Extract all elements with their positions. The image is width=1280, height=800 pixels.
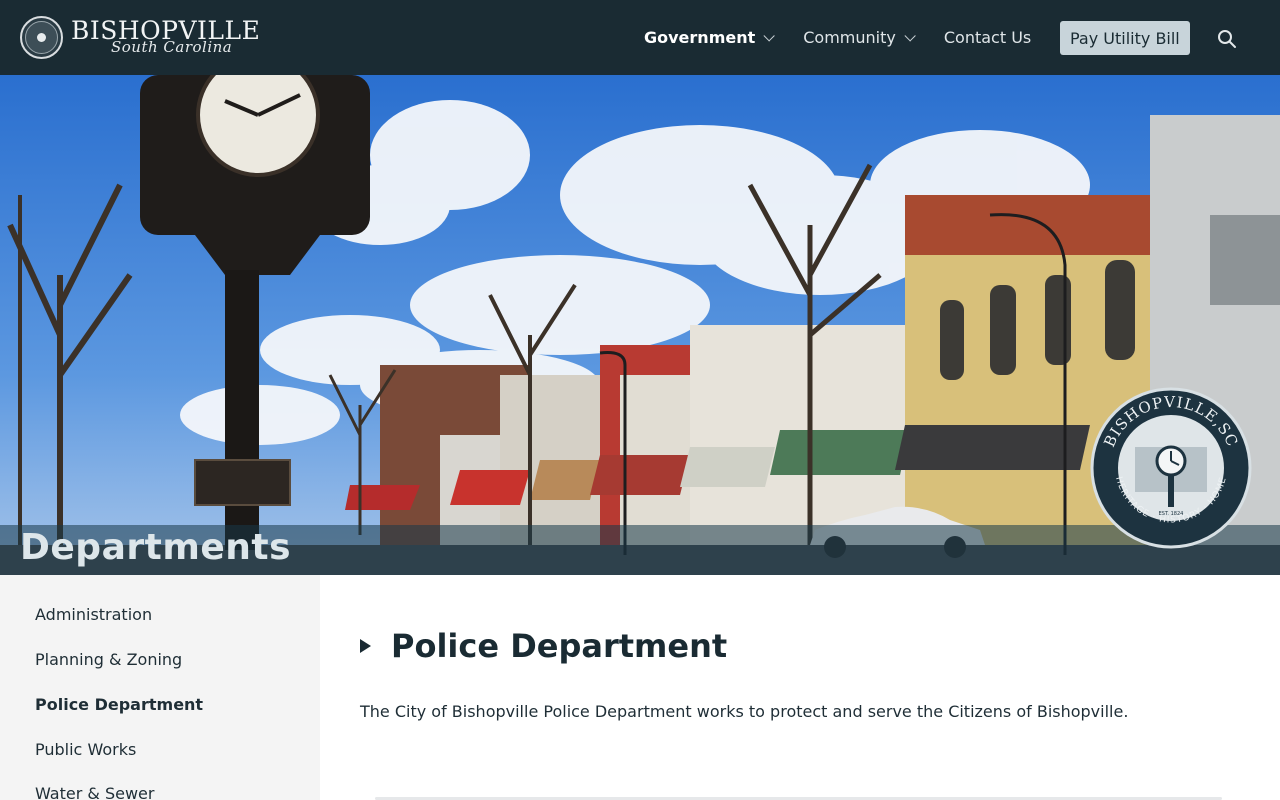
city-badge-icon: BISHOPVILLE,SC HERITAGE · HISTORY · HOME…	[1090, 387, 1252, 549]
sidebar-item-public-works[interactable]: Public Works	[35, 740, 136, 759]
nav-government[interactable]: Government	[644, 28, 776, 47]
main-nav: Government Community Contact Us	[644, 0, 1063, 75]
department-sidebar: Administration Planning & Zoning Police …	[0, 575, 320, 800]
sidebar-item-administration[interactable]: Administration	[35, 605, 152, 624]
site-logo[interactable]: BISHOPVILLE South Carolina	[20, 14, 266, 60]
search-icon[interactable]	[1217, 29, 1237, 49]
downtown-street-photo	[0, 75, 1280, 575]
chevron-down-icon	[904, 29, 916, 42]
site-header: BISHOPVILLE South Carolina Government Co…	[0, 0, 1280, 75]
chevron-down-icon	[763, 29, 776, 42]
main-content: Police Department The City of Bishopvill…	[320, 575, 1280, 800]
nav-contact-us[interactable]: Contact Us	[944, 28, 1031, 47]
sidebar-item-planning-zoning[interactable]: Planning & Zoning	[35, 650, 182, 669]
hero-title: Departments	[20, 527, 292, 568]
nav-community[interactable]: Community	[803, 28, 916, 47]
pay-utility-bill-button[interactable]: Pay Utility Bill	[1060, 21, 1190, 55]
page-title: Police Department	[360, 627, 727, 665]
sidebar-item-water-sewer[interactable]: Water & Sewer	[35, 784, 154, 800]
hero-banner: Departments BISHOPVILLE,SC HERITAGE · HI…	[0, 75, 1280, 575]
nav-contact-us-label: Contact Us	[943, 28, 1032, 47]
page-title-text: Police Department	[391, 627, 728, 665]
triangle-right-icon	[360, 639, 371, 653]
brand-script: South Carolina	[111, 38, 233, 56]
badge-est-text: EST. 1824	[1159, 511, 1184, 517]
intro-text: The City of Bishopville Police Departmen…	[360, 702, 1129, 721]
brand-wordmark: BISHOPVILLE South Carolina	[71, 14, 266, 60]
sidebar-item-police-department[interactable]: Police Department	[35, 695, 203, 714]
nav-community-label: Community	[803, 28, 896, 47]
nav-government-label: Government	[644, 28, 756, 47]
city-seal-icon	[20, 15, 63, 59]
